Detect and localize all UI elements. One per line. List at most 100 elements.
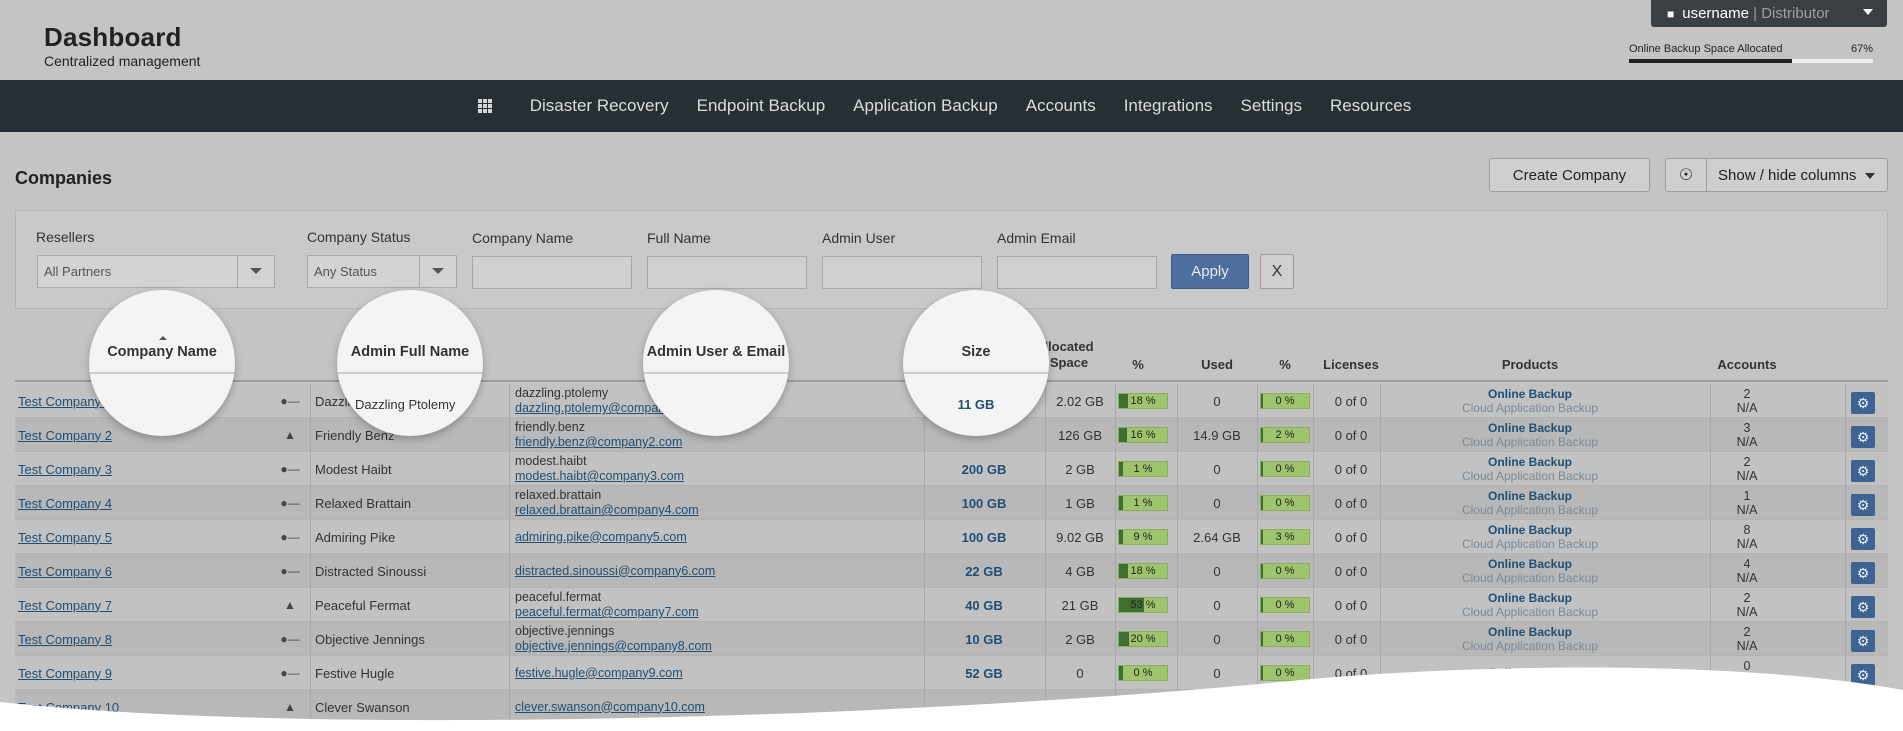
nav-endpoint-backup[interactable]: Endpoint Backup xyxy=(697,96,826,116)
allocated-value: 21 GB xyxy=(1061,597,1099,613)
product-online-backup[interactable]: Online Backup xyxy=(1488,489,1572,503)
product-online-backup[interactable]: Online Backup xyxy=(1488,557,1572,571)
product-cloud-app-backup[interactable]: Cloud Application Backup xyxy=(1462,605,1598,619)
accounts-extra: N/A xyxy=(1736,401,1758,415)
col-licenses[interactable]: Licenses xyxy=(1308,357,1394,372)
product-cloud-app-backup[interactable]: Cloud Application Backup xyxy=(1462,469,1598,483)
admin-username: friendly.benz xyxy=(515,420,585,434)
gear-icon[interactable]: ⚙ xyxy=(1851,460,1875,482)
spotlight-admin-user-header[interactable]: Admin User & Email xyxy=(643,344,789,360)
col-used[interactable]: Used xyxy=(1177,357,1257,372)
sort-ascending-icon[interactable] xyxy=(159,336,167,340)
create-company-button[interactable]: Create Company xyxy=(1489,158,1650,192)
accounts-count: 3 xyxy=(1743,421,1751,435)
lock-icon[interactable]: ▲ xyxy=(280,588,300,622)
product-cloud-app-backup[interactable]: Cloud Application Backup xyxy=(1462,537,1598,551)
nav-integrations[interactable]: Integrations xyxy=(1124,96,1213,116)
admin-email-link[interactable]: peaceful.fermat@company7.com xyxy=(515,605,699,620)
col-accounts[interactable]: Accounts xyxy=(1705,357,1789,372)
admin-email-input[interactable] xyxy=(997,256,1157,289)
spotlight-size-header[interactable]: Size xyxy=(903,344,1049,360)
used-percent: 2 % xyxy=(1275,429,1295,441)
key-icon[interactable]: ●— xyxy=(280,452,300,486)
gear-icon[interactable]: ⚙ xyxy=(1851,494,1875,516)
admin-user-cell: distracted.sinoussi@company6.com xyxy=(515,554,715,588)
admin-email-link[interactable]: objective.jennings@company8.com xyxy=(515,639,712,654)
gear-icon[interactable]: ⚙ xyxy=(1851,392,1875,414)
product-online-backup[interactable]: Online Backup xyxy=(1488,421,1572,435)
company-link[interactable]: Test Company 2 xyxy=(18,428,112,443)
admin-email-link[interactable]: admiring.pike@company5.com xyxy=(515,530,687,545)
spotlight-admin-full-header[interactable]: Admin Full Name xyxy=(337,344,483,360)
product-online-backup[interactable]: Online Backup xyxy=(1488,455,1572,469)
spotlight-company-header[interactable]: Company Name xyxy=(89,344,235,360)
product-online-backup[interactable]: Online Backup xyxy=(1488,625,1572,639)
nav-disaster-recovery[interactable]: Disaster Recovery xyxy=(530,96,669,116)
resellers-select[interactable]: All Partners xyxy=(37,255,275,288)
user-icon: ■ xyxy=(1667,6,1675,21)
allocated-percent-bar: 16 % xyxy=(1118,427,1168,443)
username-label: username xyxy=(1682,5,1749,22)
gear-icon[interactable]: ⚙ xyxy=(1851,596,1875,618)
key-icon[interactable]: ●— xyxy=(280,554,300,588)
licenses-value: 0 of 0 xyxy=(1334,393,1368,409)
product-cloud-app-backup[interactable]: Cloud Application Backup xyxy=(1462,571,1598,585)
key-icon[interactable]: ●— xyxy=(280,622,300,656)
company-link[interactable]: Test Company 8 xyxy=(18,632,112,647)
key-icon[interactable]: ●— xyxy=(280,486,300,520)
licenses-value: 0 of 0 xyxy=(1334,495,1368,511)
nav-accounts[interactable]: Accounts xyxy=(1026,96,1096,116)
show-hide-columns-button[interactable]: ☉ Show / hide columns xyxy=(1665,158,1888,192)
gear-icon[interactable]: ⚙ xyxy=(1851,562,1875,584)
product-online-backup[interactable]: Online Backup xyxy=(1488,591,1572,605)
full-name-input[interactable] xyxy=(647,256,807,289)
gear-icon[interactable]: ⚙ xyxy=(1851,426,1875,448)
product-cloud-app-backup[interactable]: Cloud Application Backup xyxy=(1462,435,1598,449)
key-icon[interactable]: ●— xyxy=(280,384,300,418)
admin-email-link[interactable]: relaxed.brattain@company4.com xyxy=(515,503,699,518)
product-cloud-app-backup[interactable]: Cloud Application Backup xyxy=(1462,401,1598,415)
accounts-count: 2 xyxy=(1743,591,1751,605)
company-status-select[interactable]: Any Status xyxy=(307,255,457,288)
apply-button[interactable]: Apply xyxy=(1171,254,1249,289)
company-link[interactable]: Test Company 5 xyxy=(18,530,112,545)
used-value: 0 xyxy=(1213,631,1221,647)
company-link[interactable]: Test Company 7 xyxy=(18,598,112,613)
products-cell: Online Backup Cloud Application Backup xyxy=(1380,486,1680,520)
company-link[interactable]: Test Company 6 xyxy=(18,564,112,579)
admin-user-input[interactable] xyxy=(822,256,982,289)
apps-grid-icon[interactable] xyxy=(477,99,492,113)
user-menu-button[interactable]: ■ username | Distributor xyxy=(1651,0,1887,27)
app-title: Dashboard xyxy=(44,22,182,52)
nav-application-backup[interactable]: Application Backup xyxy=(853,96,998,116)
gear-icon[interactable]: ⚙ xyxy=(1851,528,1875,550)
allocated-value: 2 GB xyxy=(1065,461,1095,477)
company-name-input[interactable] xyxy=(472,256,632,289)
accounts-count: 1 xyxy=(1743,489,1751,503)
nav-settings[interactable]: Settings xyxy=(1241,96,1302,116)
product-cloud-app-backup[interactable]: Cloud Application Backup xyxy=(1462,639,1598,653)
product-cloud-app-backup[interactable]: Cloud Application Backup xyxy=(1462,503,1598,517)
table-row: Test Company 7 ▲ Peaceful Fermat peaceful.f… xyxy=(15,588,1888,622)
lock-icon[interactable]: ▲ xyxy=(280,418,300,452)
clear-filters-button[interactable]: X xyxy=(1260,254,1294,289)
admin-email-link[interactable]: modest.haibt@company3.com xyxy=(515,469,684,484)
key-icon[interactable]: ●— xyxy=(280,520,300,554)
allocated-value: 2 GB xyxy=(1065,631,1095,647)
company-link[interactable]: Test Company 3 xyxy=(18,462,112,477)
used-value: 0 xyxy=(1213,461,1221,477)
products-cell: Online Backup Cloud Application Backup xyxy=(1380,588,1680,622)
admin-email-link[interactable]: distracted.sinoussi@company6.com xyxy=(515,564,715,579)
col-products[interactable]: Products xyxy=(1415,357,1645,372)
admin-email-link[interactable]: friendly.benz@company2.com xyxy=(515,435,682,450)
gear-icon[interactable]: ⚙ xyxy=(1851,630,1875,652)
col-pct-used[interactable]: % xyxy=(1265,357,1305,372)
col-pct-allocated[interactable]: % xyxy=(1118,357,1158,372)
product-online-backup[interactable]: Online Backup xyxy=(1488,523,1572,537)
nav-resources[interactable]: Resources xyxy=(1330,96,1411,116)
admin-username: objective.jennings xyxy=(515,624,615,638)
allocated-percent-bar: 18 % xyxy=(1118,393,1168,409)
accounts-count: 8 xyxy=(1743,523,1751,537)
company-link[interactable]: Test Company 4 xyxy=(18,496,112,511)
product-online-backup[interactable]: Online Backup xyxy=(1488,387,1572,401)
